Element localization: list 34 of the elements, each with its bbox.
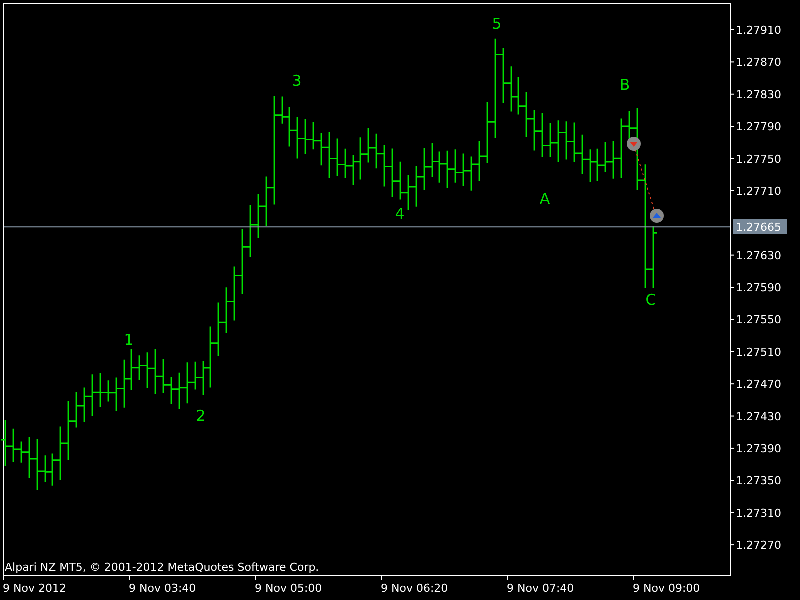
wave-label: 5 [492,15,502,33]
time-axis-label: 9 Nov 05:00 [255,582,322,595]
time-axis-label: 9 Nov 03:40 [129,582,196,595]
price-axis-label: 1.27470 [736,378,782,392]
price-axis-label: 1.27510 [736,346,782,359]
wave-label: C [646,291,656,309]
price-axis-label: 1.27830 [736,88,782,102]
price-axis-label: 1.27910 [736,24,782,37]
price-axis-label: 1.27390 [736,442,782,456]
price-axis-label: 1.27310 [736,506,782,520]
wave-label: B [620,76,630,94]
wave-label: 4 [395,205,405,223]
wave-label: 3 [292,72,302,90]
price-axis-label: 1.27270 [736,539,782,552]
wave-label: 2 [196,407,206,425]
price-axis-label: 1.27350 [736,474,782,488]
time-axis-label: 9 Nov 09:00 [633,582,700,595]
price-axis-label: 1.27630 [736,249,782,262]
price-axis-label: 1.27430 [736,410,782,424]
wave-label: A [540,190,550,208]
sell-marker-icon [627,137,641,151]
price-axis-label: 1.27870 [736,56,782,70]
price-axis-label: 1.27590 [736,282,782,295]
price-axis-label: 1.27790 [736,120,782,134]
time-axis-label: 9 Nov 07:40 [507,582,574,595]
price-axis-label: 1.27750 [736,152,782,166]
price-axis-label: 1.27710 [736,184,782,198]
price-axis-label: 1.27550 [736,314,782,327]
current-price-label: 1.27665 [733,219,787,234]
time-axis-label: 9 Nov 2012 [3,582,66,595]
copyright-text: Alpari NZ MT5, © 2001-2012 MetaQuotes Software Corp. [5,561,320,574]
buy-marker-icon [650,209,664,223]
time-axis-label: 9 Nov 06:20 [381,582,448,595]
wave-label: 1 [124,331,134,349]
